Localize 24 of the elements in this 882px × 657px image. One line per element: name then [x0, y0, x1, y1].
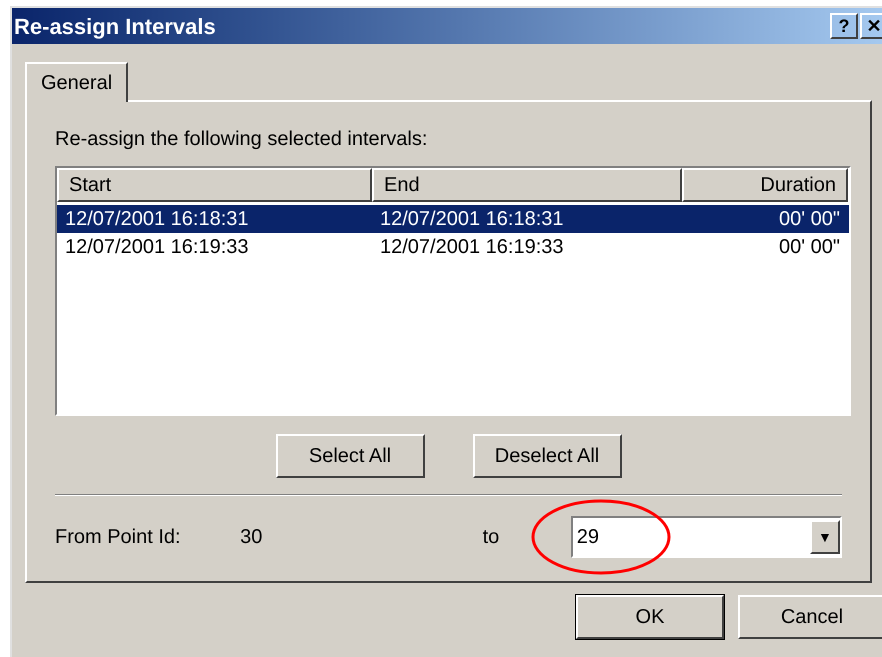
column-header[interactable]: Duration: [682, 168, 848, 202]
close-button[interactable]: ✕: [860, 13, 882, 39]
list-row[interactable]: 12/07/2001 16:18:31 12/07/2001 16:18:31 00' 00": [57, 205, 849, 233]
from-point-value: 30: [240, 525, 264, 550]
row-cell-text: 00' 00": [778, 235, 841, 260]
dialog-button[interactable]: Cancel: [738, 595, 882, 639]
column-header[interactable]: Start: [57, 168, 372, 202]
dialog-button[interactable]: Deselect All: [472, 434, 622, 478]
row-cell-text: 00' 00": [778, 207, 841, 232]
row-cell-text: 12/07/2001 16:18:31: [379, 207, 565, 232]
tab[interactable]: General: [25, 62, 128, 102]
default-button[interactable]: OK: [576, 595, 724, 639]
help-button[interactable]: ?: [830, 13, 858, 39]
row-cell-text: 12/07/2001 16:19:33: [379, 235, 565, 260]
from-point-label: From Point Id:: [55, 525, 182, 550]
dialog-button[interactable]: Select All: [276, 434, 424, 478]
row-cell-text: 12/07/2001 16:18:31: [64, 207, 250, 232]
point-combo-box[interactable]: 29 ▼: [570, 516, 842, 558]
row-cell-text: 12/07/2001 16:19:33: [64, 235, 250, 260]
to-label: to: [482, 525, 500, 550]
window-title: Re-assign Intervals: [14, 12, 217, 41]
instruction-text: Re-assign the following selected intervals:: [55, 127, 428, 152]
column-header[interactable]: End: [372, 168, 682, 202]
list-row[interactable]: 12/07/2001 16:19:33 12/07/2001 16:19:33 00' 00": [57, 233, 849, 261]
